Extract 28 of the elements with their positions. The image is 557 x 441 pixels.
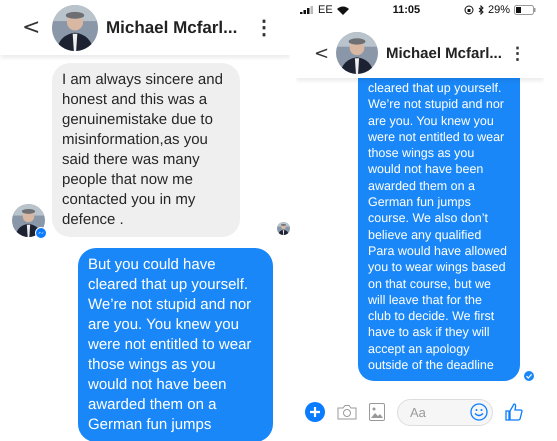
bluetooth-icon	[478, 5, 484, 15]
more-button[interactable]: ⋮	[509, 42, 526, 64]
wifi-icon	[336, 6, 349, 14]
seen-avatar	[277, 222, 290, 235]
back-button[interactable]: <	[314, 42, 336, 64]
add-icon[interactable]	[305, 402, 325, 422]
signal-icon	[300, 6, 314, 14]
contact-name: Michael Mcfarl...	[106, 18, 238, 38]
message-bubble: I am always sincere and honest and this was a genuinemistake due to misinformation,as you said there was many people that now me contacted you in my defence .	[52, 63, 240, 237]
message-placeholder: Aa	[410, 404, 426, 420]
contact-avatar	[52, 4, 98, 50]
messenger-badge-icon	[35, 227, 47, 239]
contact-avatar	[12, 204, 45, 237]
contact-name: Michael Mcfarl...	[386, 44, 503, 62]
back-button[interactable]: <	[22, 15, 52, 40]
battery-percent: 29%	[488, 4, 510, 16]
battery-icon	[514, 5, 536, 15]
thumbs-up-icon[interactable]	[505, 403, 523, 421]
more-button[interactable]: ⋮	[254, 15, 274, 40]
image-icon[interactable]	[369, 403, 385, 421]
lock-rotation-icon	[464, 5, 474, 15]
status-time: 11:05	[392, 4, 420, 16]
camera-icon[interactable]	[337, 404, 357, 420]
message-bubble: cleared that up yourself. We’re not stupid and nor are you. You knew you were not entitled to wear those wings as you would not have been awarded them on a German fun jumps course. We also don’t believe any qualified Para would have allowed you to wear wings based on that course, but we will leave that for the club to decide. We first have to ask if they will accept an apology outside of the deadline	[358, 76, 520, 382]
message-bubble: But you could have cleared that up yourself. We’re not stupid and nor are you. You knew you were not entitled to wear those wings as you would not have been awarded them on a German fun jumps	[78, 248, 273, 441]
carrier-name: EE	[318, 4, 333, 16]
emoji-icon[interactable]	[470, 403, 488, 421]
contact-avatar	[336, 32, 378, 74]
